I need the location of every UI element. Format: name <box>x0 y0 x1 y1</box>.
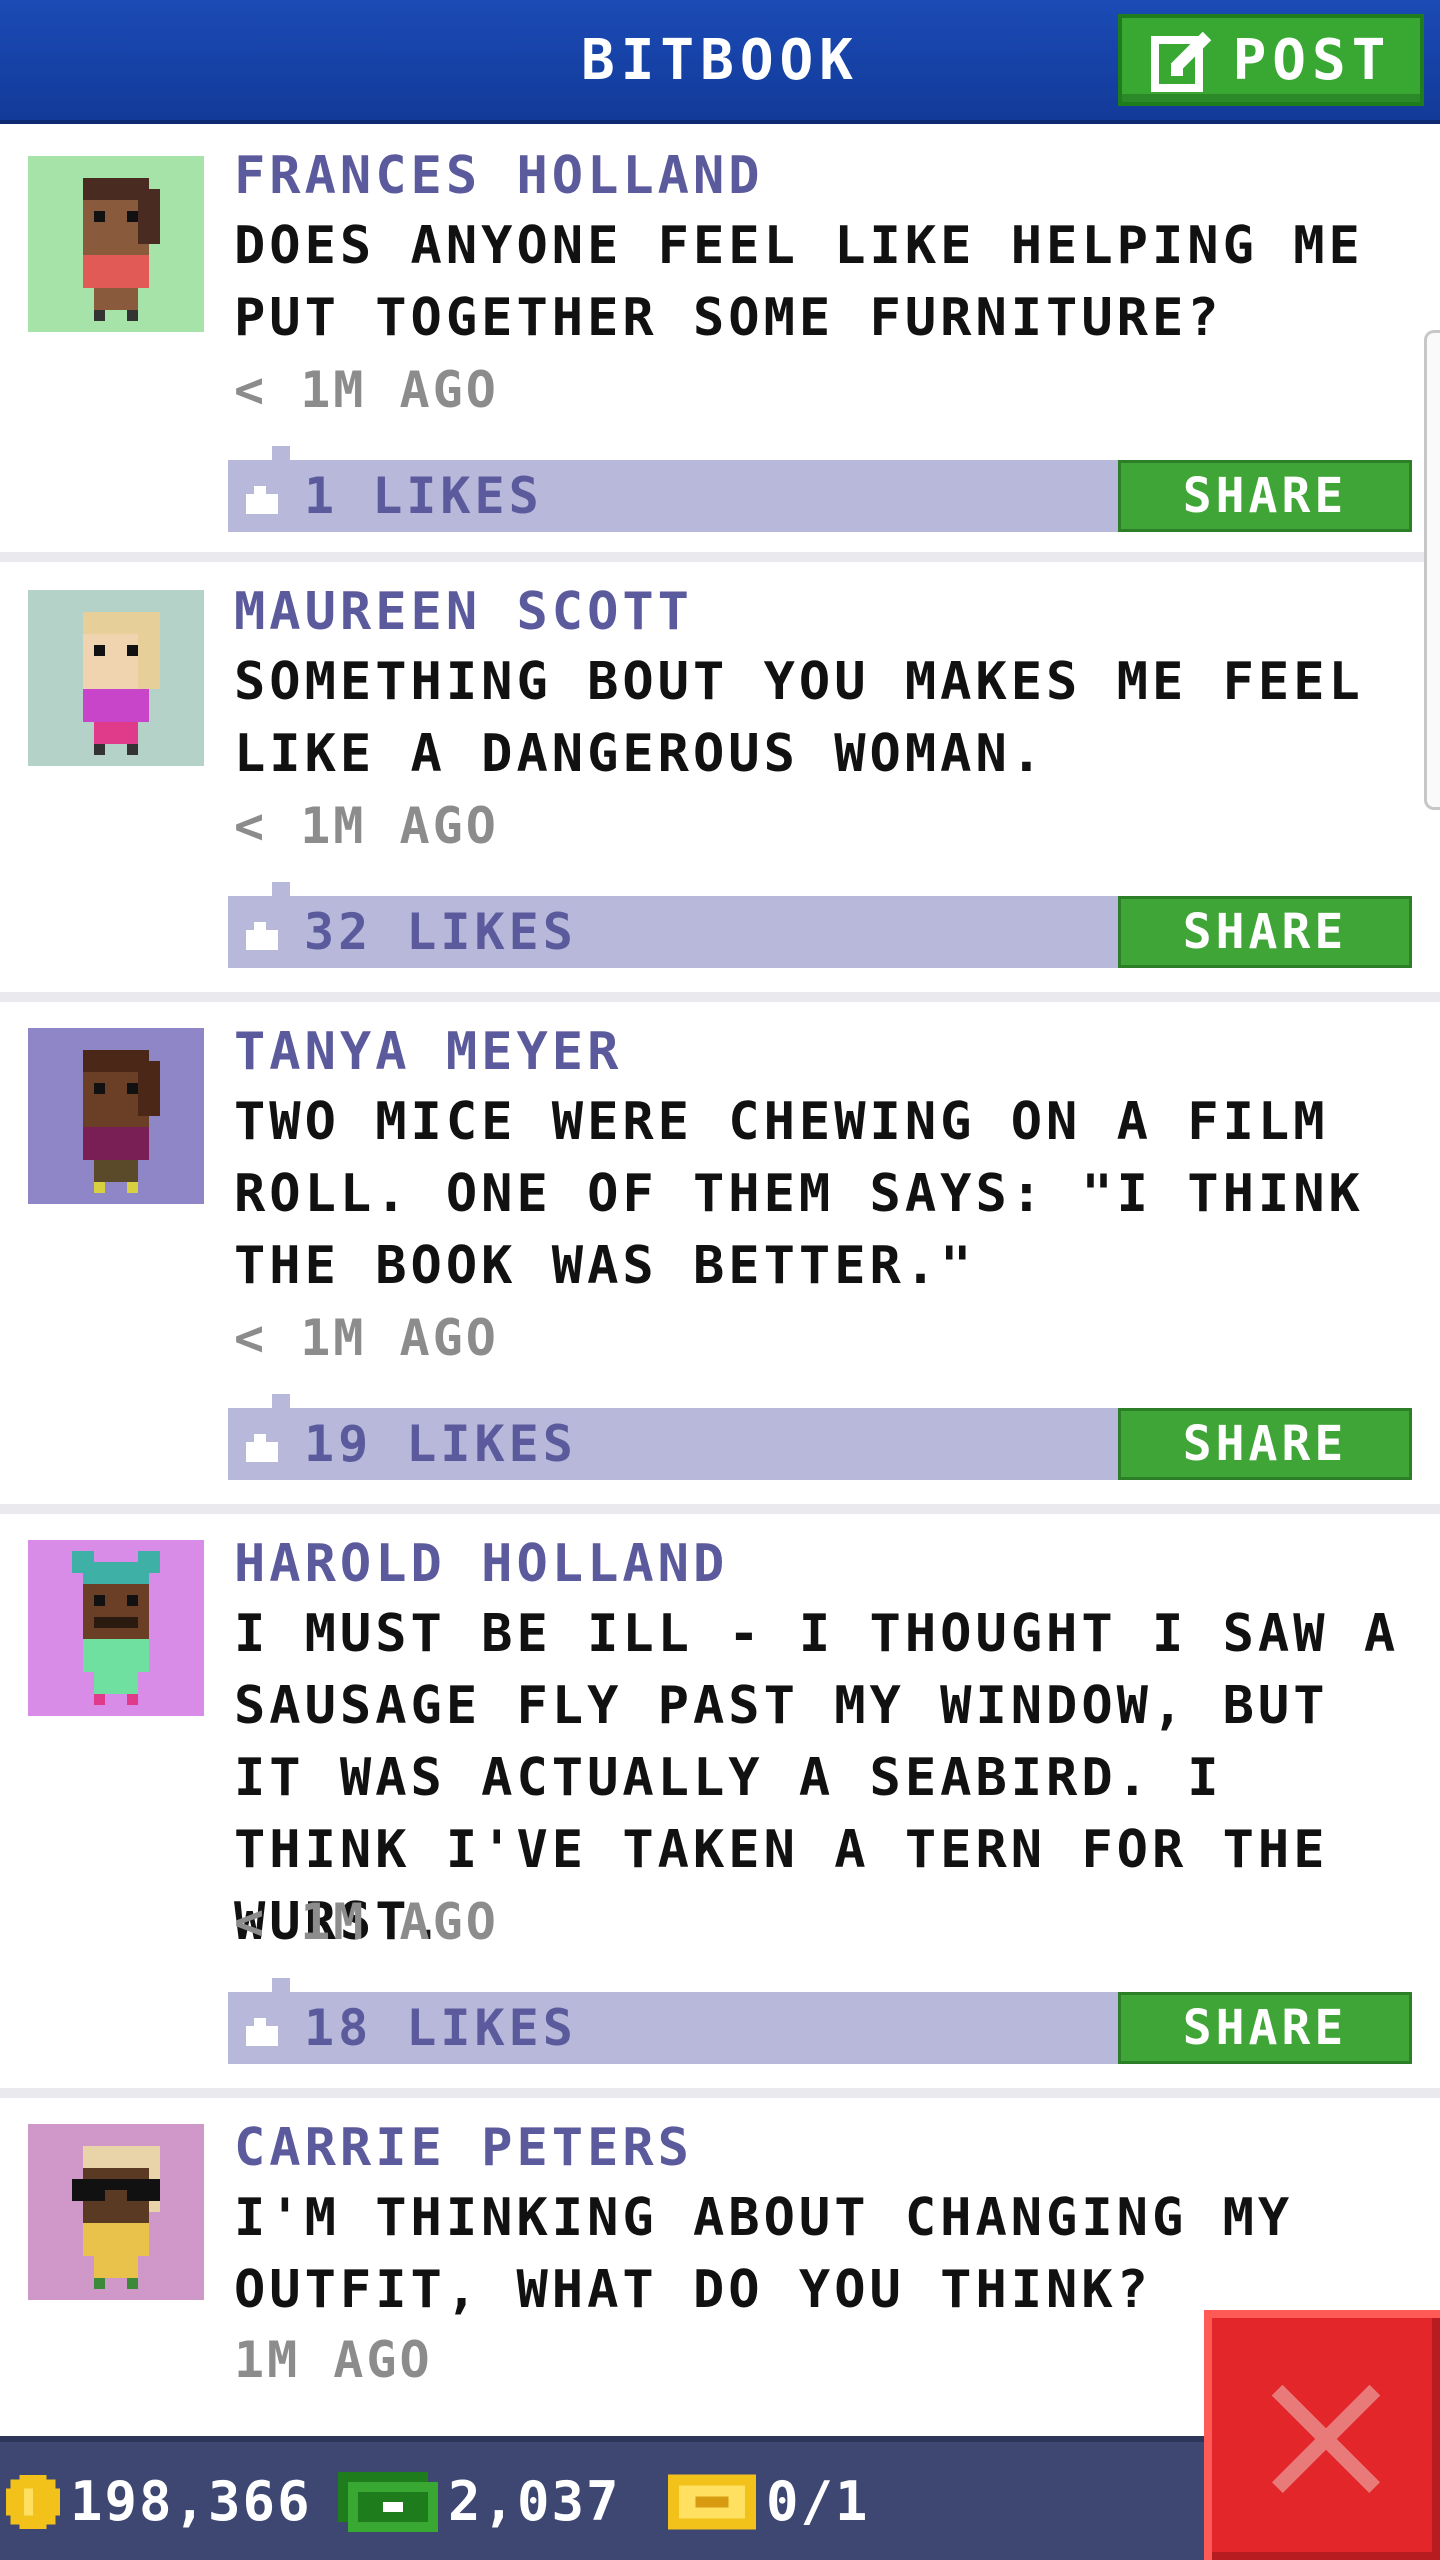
post-author: MAUREEN SCOTT <box>234 582 693 642</box>
post-message: TWO MICE WERE CHEWING ON A FILM ROLL. ON… <box>234 1092 1364 1296</box>
likes-bar: 1 LIKES SHARE <box>228 446 1412 532</box>
likes-bar: 19 LIKES SHARE <box>228 1394 1412 1480</box>
tickets-stat: 0/1 <box>668 2470 870 2533</box>
close-button[interactable] <box>1204 2310 1440 2560</box>
likes-count: 1 LIKES <box>304 467 543 525</box>
share-button[interactable]: SHARE <box>1118 1408 1412 1480</box>
likes-bar-notch <box>272 882 290 896</box>
post-time: < 1M AGO <box>234 1893 499 1951</box>
thumbs-up-icon[interactable] <box>242 1426 282 1462</box>
post-message: I'M THINKING ABOUT CHANGING MY OUTFIT, W… <box>234 2188 1294 2320</box>
post-message: DOES ANYONE FEEL LIKE HELPING ME PUT TOG… <box>234 216 1364 348</box>
post-message: SOMETHING BOUT YOU MAKES ME FEEL LIKE A … <box>234 652 1364 784</box>
feed-post: MAUREEN SCOTT SOMETHING BOUT YOU MAKES M… <box>0 562 1440 1002</box>
post-author: CARRIE PETERS <box>234 2118 693 2178</box>
scrollbar[interactable] <box>1424 330 1440 810</box>
tickets-value: 0/1 <box>766 2470 870 2533</box>
likes-bar: 32 LIKES SHARE <box>228 882 1412 968</box>
post-button-label: POST <box>1232 27 1392 93</box>
coins-value: 198,366 <box>70 2470 312 2533</box>
likes-count: 18 LIKES <box>304 1999 577 2057</box>
thumbs-up-icon[interactable] <box>242 914 282 950</box>
coin-icon <box>6 2474 60 2529</box>
ticket-icon <box>668 2474 756 2529</box>
edit-icon <box>1150 31 1211 92</box>
feed[interactable]: FRANCES HOLLAND DOES ANYONE FEEL LIKE HE… <box>0 128 1440 2418</box>
feed-post: FRANCES HOLLAND DOES ANYONE FEEL LIKE HE… <box>0 128 1440 562</box>
thumbs-up-icon[interactable] <box>242 478 282 514</box>
post-time: < 1M AGO <box>234 797 499 855</box>
cash-stat: 2,037 <box>338 2470 621 2533</box>
share-button[interactable]: SHARE <box>1118 1992 1412 2064</box>
post-time: 1M AGO <box>234 2331 433 2389</box>
thumbs-up-icon[interactable] <box>242 2010 282 2046</box>
avatar[interactable] <box>28 1028 204 1204</box>
likes-bar-notch <box>272 1978 290 1992</box>
share-button[interactable]: SHARE <box>1118 460 1412 532</box>
cash-icon <box>338 2471 438 2532</box>
avatar[interactable] <box>28 2124 204 2300</box>
avatar[interactable] <box>28 1540 204 1716</box>
post-author: HAROLD HOLLAND <box>234 1534 729 1594</box>
post-button[interactable]: POST <box>1118 14 1424 106</box>
app-header: BITBOOK POST <box>0 0 1440 124</box>
post-time: < 1M AGO <box>234 1309 499 1367</box>
feed-post: HAROLD HOLLAND I MUST BE ILL - I THOUGHT… <box>0 1514 1440 2098</box>
coins-stat: 198,366 <box>6 2470 312 2533</box>
likes-count: 32 LIKES <box>304 903 577 961</box>
post-time: < 1M AGO <box>234 361 499 419</box>
cash-value: 2,037 <box>448 2470 621 2533</box>
feed-post: TANYA MEYER TWO MICE WERE CHEWING ON A F… <box>0 1002 1440 1514</box>
avatar[interactable] <box>28 590 204 766</box>
likes-count: 19 LIKES <box>304 1415 577 1473</box>
post-author: TANYA MEYER <box>234 1022 623 1082</box>
likes-bar-notch <box>272 1394 290 1408</box>
post-author: FRANCES HOLLAND <box>234 146 764 206</box>
avatar[interactable] <box>28 156 204 332</box>
close-icon <box>1271 2384 1381 2494</box>
share-button[interactable]: SHARE <box>1118 896 1412 968</box>
likes-bar-notch <box>272 446 290 460</box>
likes-bar: 18 LIKES SHARE <box>228 1978 1412 2064</box>
